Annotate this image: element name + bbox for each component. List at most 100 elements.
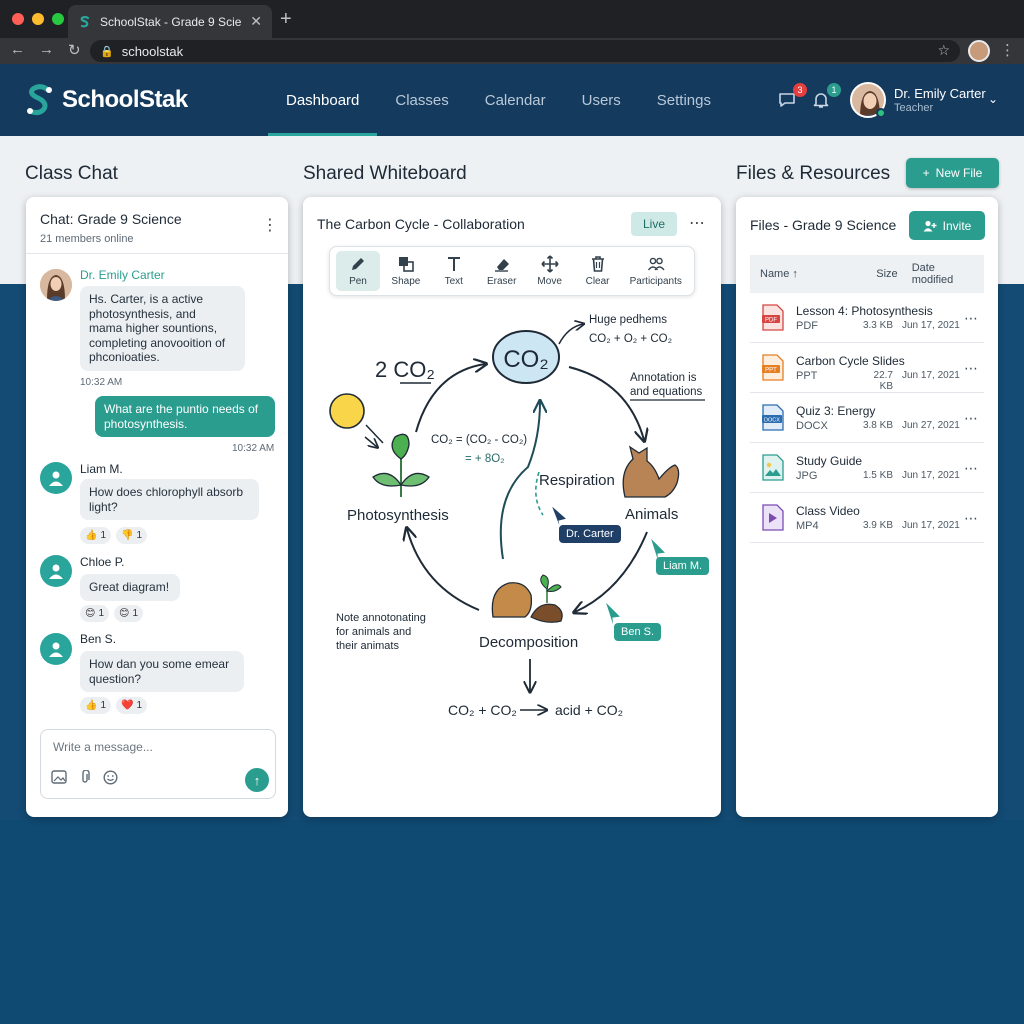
composer-tools [51,770,118,785]
new-file-button[interactable]: + New File [906,158,999,188]
bookmark-star-icon[interactable]: ☆ [937,42,950,59]
middle-equation: CO₂ = (CO₂ - CO₂) [431,434,527,446]
file-type: PPT [796,370,818,382]
address-bar: ← → ↻ 🔒 schoolstak ☆ ⋮ [0,38,1024,64]
svg-text:PDF: PDF [765,318,777,324]
file-more-icon[interactable]: ⋯ [964,460,979,477]
minimize-window-button[interactable] [32,13,44,25]
file-row[interactable]: PPT Carbon Cycle Slides PPT 22.7 KB Jun … [750,343,984,393]
bottom-equation-right: acid + CO₂ [555,702,623,718]
chat-header: Chat: Grade 9 Science 21 members online [40,211,182,245]
browser-menu-icon[interactable]: ⋮ [1000,41,1015,59]
column-size[interactable]: Size [863,268,897,280]
docx-icon: DOCX [762,404,784,431]
animal-cat-icon [622,445,680,498]
annotation-line-1: Annotation is [630,372,697,384]
column-date-modified[interactable]: Date modified [912,262,974,286]
message-reactions: 👍 1 ❤️ 1 [80,697,148,714]
pdf-icon: PDF [762,304,784,331]
smile-icon: 😊 [85,608,96,619]
nav-settings[interactable]: Settings [639,64,729,136]
nav-classes[interactable]: Classes [377,64,466,136]
reaction-count: 1 [136,530,143,541]
notifications-badge: 1 [827,83,841,97]
chat-panel: Chat: Grade 9 Science 21 members online … [26,197,288,817]
user-name[interactable]: Dr. Emily Carter [894,86,986,101]
message-input[interactable]: Write a message... [53,740,153,754]
reaction-chip[interactable]: 👍 1 [80,697,112,714]
reaction-chip[interactable]: 😊 1 [114,605,143,622]
file-row[interactable]: Study Guide JPG 1.5 KB Jun 17, 2021 ⋯ [750,443,984,493]
logo[interactable]: SchoolStak [24,83,188,117]
message-line: mama higher sountions, [89,321,218,335]
avatar[interactable] [40,555,72,587]
maximize-window-button[interactable] [52,13,64,25]
file-name: Carbon Cycle Slides [796,354,905,368]
message-reactions: 😊 1 😊 1 [80,605,143,622]
user-icon [49,642,63,657]
svg-text:DOCX: DOCX [764,418,780,424]
nav-dashboard[interactable]: Dashboard [268,64,378,136]
paperclip-icon[interactable] [79,770,91,785]
file-name: Study Guide [796,454,863,468]
message-composer[interactable]: Write a message... ↑ [40,729,276,799]
file-more-icon[interactable]: ⋯ [964,510,979,527]
file-more-icon[interactable]: ⋯ [964,410,979,427]
forward-icon[interactable]: → [39,41,54,59]
reaction-chip[interactable]: 👍 1 [80,527,112,544]
invite-label: Invite [942,218,972,233]
chat-members-online: 21 members online [40,233,134,245]
reaction-chip[interactable]: 👎 1 [116,527,148,544]
thumbs-down-icon: 👎 [121,530,134,541]
emoji-icon[interactable] [103,770,118,785]
avatar[interactable] [40,269,72,301]
file-more-icon[interactable]: ⋯ [964,360,979,377]
file-more-icon[interactable]: ⋯ [964,310,979,327]
chat-more-icon[interactable]: ⋮ [262,215,278,235]
reaction-chip[interactable]: ❤️ 1 [116,697,148,714]
file-row[interactable]: DOCX Quiz 3: Energy DOCX 3.8 KB Jun 27, … [750,393,984,443]
avatar[interactable] [40,462,72,494]
browser-tab[interactable]: SchoolStak - Grade 9 Science ✕ [68,5,272,38]
messages-icon[interactable]: 3 [777,83,807,110]
message-author: Chloe P. [80,555,125,569]
message-bubble: How does chlorophyll absorb light? [80,479,259,520]
file-row[interactable]: Class Video MP4 3.9 KB Jun 17, 2021 ⋯ [750,493,984,543]
back-icon[interactable]: ← [10,41,25,59]
huge-label: Huge pedhems [589,314,667,326]
invite-button[interactable]: Invite [909,211,985,240]
reaction-chip[interactable]: 😊 1 [80,605,109,622]
huge-equation: CO₂ + O₂ + CO₂ [589,333,672,345]
nav-users[interactable]: Users [564,64,639,136]
respiration-label: Respiration [539,472,615,489]
message-time: 10:32 AM [232,443,275,454]
column-name[interactable]: Name ↑ [760,268,863,280]
browser-profile-avatar[interactable] [968,40,990,62]
file-date: Jun 17, 2021 [902,470,960,481]
file-row[interactable]: PDF Lesson 4: Photosynthesis PDF 3.3 KB … [750,293,984,343]
online-status-dot [876,108,886,118]
nav-calendar[interactable]: Calendar [467,64,564,136]
file-date: Jun 17, 2021 [902,320,960,331]
whiteboard-canvas[interactable]: CO₂ 2 CO₂ Huge pedhems CO₂ + O₂ + CO₂ An… [303,197,721,817]
chevron-down-icon[interactable]: ⌄ [988,92,998,106]
svg-text:PPT: PPT [765,368,777,374]
new-tab-icon[interactable]: + [280,8,292,31]
file-name: Class Video [796,504,860,518]
user-role: Teacher [894,102,934,114]
reaction-count: 1 [136,700,143,711]
avatar[interactable] [40,633,72,665]
file-date: Jun 17, 2021 [902,520,960,531]
notifications-bell-icon[interactable]: 1 [811,83,841,110]
reaction-count: 1 [132,608,138,619]
tab-close-icon[interactable]: ✕ [250,13,262,30]
note-line-1: Note annotonating [336,612,426,624]
thumbs-up-icon: 👍 [85,700,98,711]
close-window-button[interactable] [12,13,24,25]
url-field[interactable]: 🔒 schoolstak ☆ [90,40,960,62]
whiteboard-panel: The Carbon Cycle - Collaboration Live ⋯ … [303,197,721,817]
annotation-line-2: and equations [630,386,703,398]
reload-icon[interactable]: ↻ [68,41,81,59]
image-icon[interactable] [51,770,67,784]
send-button[interactable]: ↑ [245,768,269,792]
